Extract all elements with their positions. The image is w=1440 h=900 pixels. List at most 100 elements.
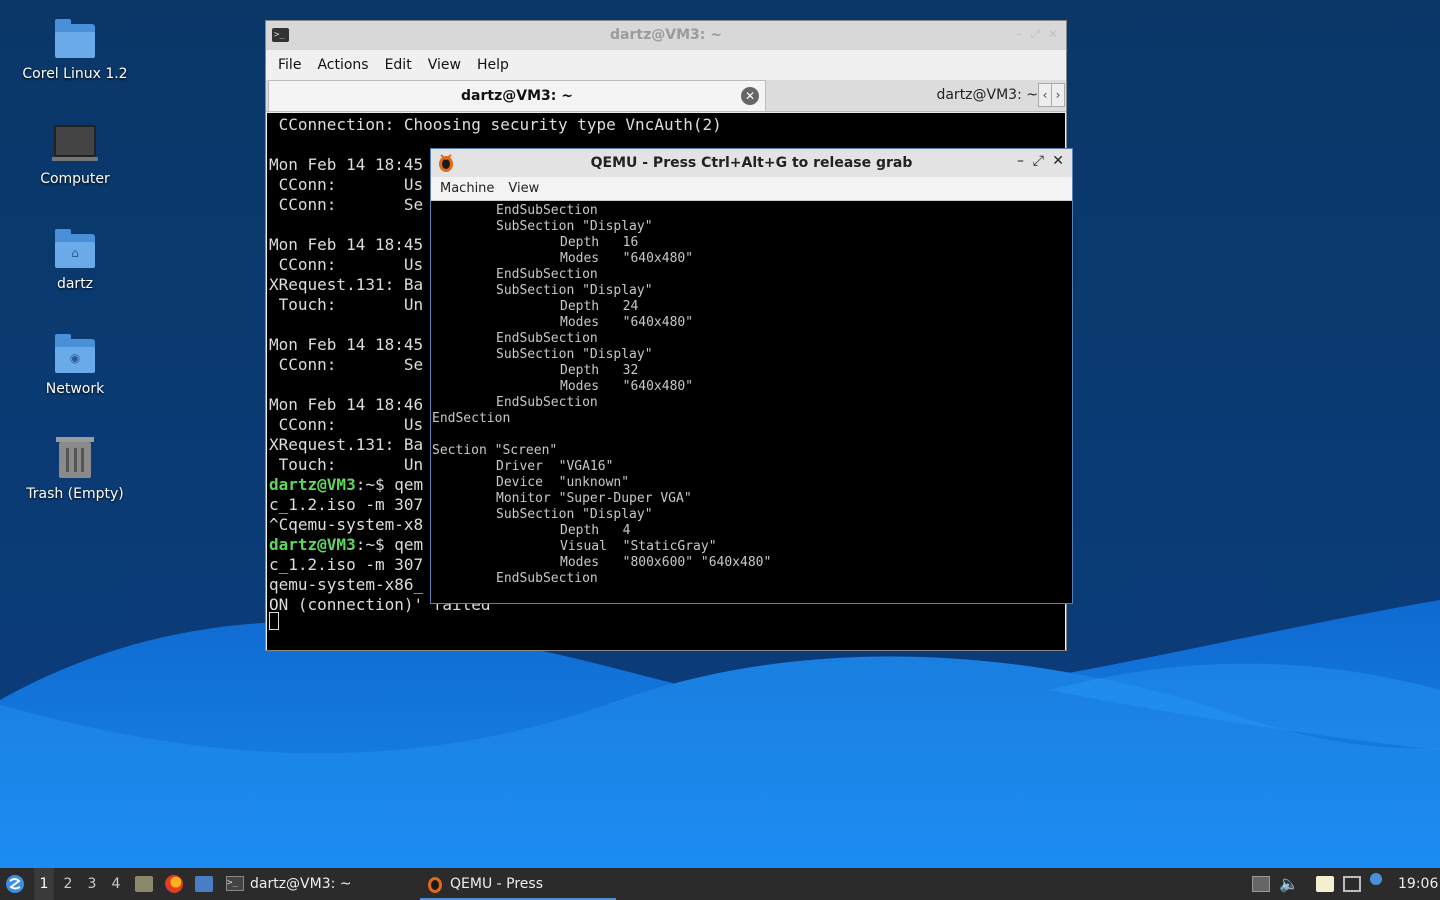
task-label: dartz@VM3: ~: [250, 876, 352, 892]
menu-view[interactable]: View: [420, 57, 469, 73]
terminal-line: CConn: Us: [269, 255, 424, 274]
tab-terminal-1[interactable]: dartz@VM3: ~ ✕: [268, 80, 766, 111]
terminal-line: Touch: Un: [269, 295, 424, 314]
terminal-line: CConn: Se: [269, 355, 424, 374]
maximize-icon[interactable]: ⤢: [1033, 153, 1044, 169]
network-status-icon[interactable]: [1343, 876, 1361, 892]
desktop-icon-home[interactable]: ⌂ dartz: [10, 226, 140, 292]
qemu-titlebar[interactable]: QEMU - Press Ctrl+Alt+G to release grab …: [431, 149, 1072, 177]
menu-machine[interactable]: Machine: [433, 181, 501, 196]
qemu-window-title: QEMU - Press Ctrl+Alt+G to release grab: [590, 155, 913, 171]
tab-label: dartz@VM3: ~: [461, 88, 573, 104]
tab-terminal-2[interactable]: dartz@VM3: ~: [768, 80, 1038, 111]
network-folder-icon: ◉: [53, 331, 97, 375]
workspace-2[interactable]: 2: [58, 868, 78, 900]
qemu-console-line: EndSubSection: [496, 203, 598, 218]
qemu-console-line: Monitor "Super-Duper VGA": [496, 491, 692, 506]
task-terminal[interactable]: >_ dartz@VM3: ~: [220, 868, 420, 900]
notification-icon[interactable]: [1370, 873, 1382, 885]
eject-icon[interactable]: [1252, 876, 1270, 892]
terminal-icon: >_: [226, 876, 244, 891]
close-icon[interactable]: ✕: [1048, 27, 1058, 41]
desktop-icon-network[interactable]: ◉ Network: [10, 331, 140, 397]
qemu-console-line: Depth 24: [560, 299, 639, 314]
folder-icon: [53, 16, 97, 60]
qemu-console-line: EndSection: [432, 411, 511, 426]
terminal-cursor: [269, 612, 279, 630]
desktop-icon-label: Computer: [40, 171, 110, 187]
terminal-line: CConnection: Choosing security type VncA…: [269, 115, 722, 134]
clipboard-icon[interactable]: [1316, 876, 1334, 892]
minimize-icon[interactable]: –: [1016, 27, 1022, 41]
desktop-icon-trash[interactable]: Trash (Empty): [10, 436, 140, 502]
tab-label: dartz@VM3: ~: [936, 87, 1038, 103]
desktop-icon-corel-linux[interactable]: Corel Linux 1.2: [10, 16, 140, 82]
qemu-console-line: Depth 16: [560, 235, 639, 250]
qemu-console-line: Visual "StaticGray": [560, 539, 717, 554]
qemu-console-line: EndSubSection: [496, 395, 598, 410]
file-manager-icon[interactable]: [135, 876, 153, 892]
qemu-console-line: EndSubSection: [496, 331, 598, 346]
menu-actions[interactable]: Actions: [309, 57, 376, 73]
terminal-titlebar[interactable]: >_ dartz@VM3: ~ – ⤢ ✕: [266, 21, 1066, 50]
task-qemu[interactable]: QEMU - Press Ctrl+Alt...: [420, 868, 616, 900]
terminal-line: Touch: Un: [269, 455, 424, 474]
show-desktop-icon[interactable]: [195, 876, 213, 892]
terminal-line: dartz@VM3:~$ qem: [269, 475, 423, 494]
qemu-console-line: Depth 32: [560, 363, 639, 378]
menu-help[interactable]: Help: [469, 57, 517, 73]
desktop-icon-label: Network: [45, 381, 105, 397]
qemu-menubar: Machine View: [431, 177, 1072, 201]
terminal-line: c_1.2.iso -m 307: [269, 495, 424, 514]
home-folder-icon: ⌂: [53, 226, 97, 270]
qemu-console-line: Modes "800x600" "640x480": [560, 555, 772, 570]
shell-command: :~$ qem: [355, 475, 424, 494]
qemu-console-line: SubSection "Display": [496, 219, 653, 234]
qemu-console-line: Driver "VGA16": [496, 459, 614, 474]
qemu-console-line: Modes "640x480": [560, 379, 694, 394]
desktop-icon-label: dartz: [56, 276, 94, 292]
qemu-console-line: EndSubSection: [496, 571, 598, 586]
tab-scroll-right-icon[interactable]: ›: [1051, 83, 1065, 107]
qemu-console-line: EndSubSection: [496, 267, 598, 282]
desktop-icon-computer[interactable]: Computer: [10, 121, 140, 187]
desktop-icon-label: Trash (Empty): [26, 486, 124, 502]
taskbar: 1 2 3 4 >_ dartz@VM3: ~ QEMU - Press Ctr…: [0, 868, 1440, 900]
minimize-icon[interactable]: –: [1017, 153, 1024, 169]
firefox-icon[interactable]: [165, 875, 183, 893]
trash-icon: [53, 436, 97, 480]
qemu-console-line: Modes "640x480": [560, 315, 694, 330]
qemu-guest-display[interactable]: EndSubSection SubSection "Display" Depth 1…: [431, 203, 1072, 603]
terminal-menubar: File Actions Edit View Help: [266, 50, 1066, 80]
tab-scroll-left-icon[interactable]: ‹: [1038, 83, 1052, 107]
terminal-line: Mon Feb 14 18:45: [269, 235, 424, 254]
qemu-console-line: SubSection "Display": [496, 507, 653, 522]
menu-file[interactable]: File: [270, 57, 309, 73]
tab-close-icon[interactable]: ✕: [741, 87, 759, 105]
terminal-line: ^Cqemu-system-x8: [269, 515, 424, 534]
desktop-icon-label: Corel Linux 1.2: [22, 66, 128, 82]
terminal-window-title: dartz@VM3: ~: [610, 27, 722, 43]
workspace-3[interactable]: 3: [82, 868, 102, 900]
terminal-line: Mon Feb 14 18:46: [269, 395, 424, 414]
shell-prompt: dartz@VM3: [269, 475, 356, 494]
terminal-line: XRequest.131: Ba: [269, 435, 424, 454]
shell-command: :~$ qem: [355, 535, 424, 554]
volume-icon[interactable]: 🔈: [1279, 868, 1299, 900]
close-icon[interactable]: ✕: [1052, 153, 1064, 169]
qemu-window[interactable]: QEMU - Press Ctrl+Alt+G to release grab …: [430, 148, 1073, 604]
terminal-tab-bar: dartz@VM3: ~ ✕ dartz@VM3: ~ ‹ ›: [266, 80, 1066, 112]
terminal-line: Mon Feb 14 18:45: [269, 155, 424, 174]
workspace-1[interactable]: 1: [34, 868, 54, 900]
clock[interactable]: 19:06: [1398, 868, 1438, 900]
qemu-icon: [428, 877, 442, 893]
menu-view[interactable]: View: [501, 181, 546, 196]
terminal-line: qemu-system-x86_: [269, 575, 424, 594]
terminal-line: CConn: Us: [269, 415, 424, 434]
terminal-line: CConn: Us: [269, 175, 424, 194]
menu-edit[interactable]: Edit: [377, 57, 420, 73]
maximize-icon[interactable]: ⤢: [1030, 27, 1040, 42]
workspace-4[interactable]: 4: [106, 868, 126, 900]
start-menu-icon[interactable]: [4, 874, 26, 894]
terminal-line: CConn: Se: [269, 195, 424, 214]
